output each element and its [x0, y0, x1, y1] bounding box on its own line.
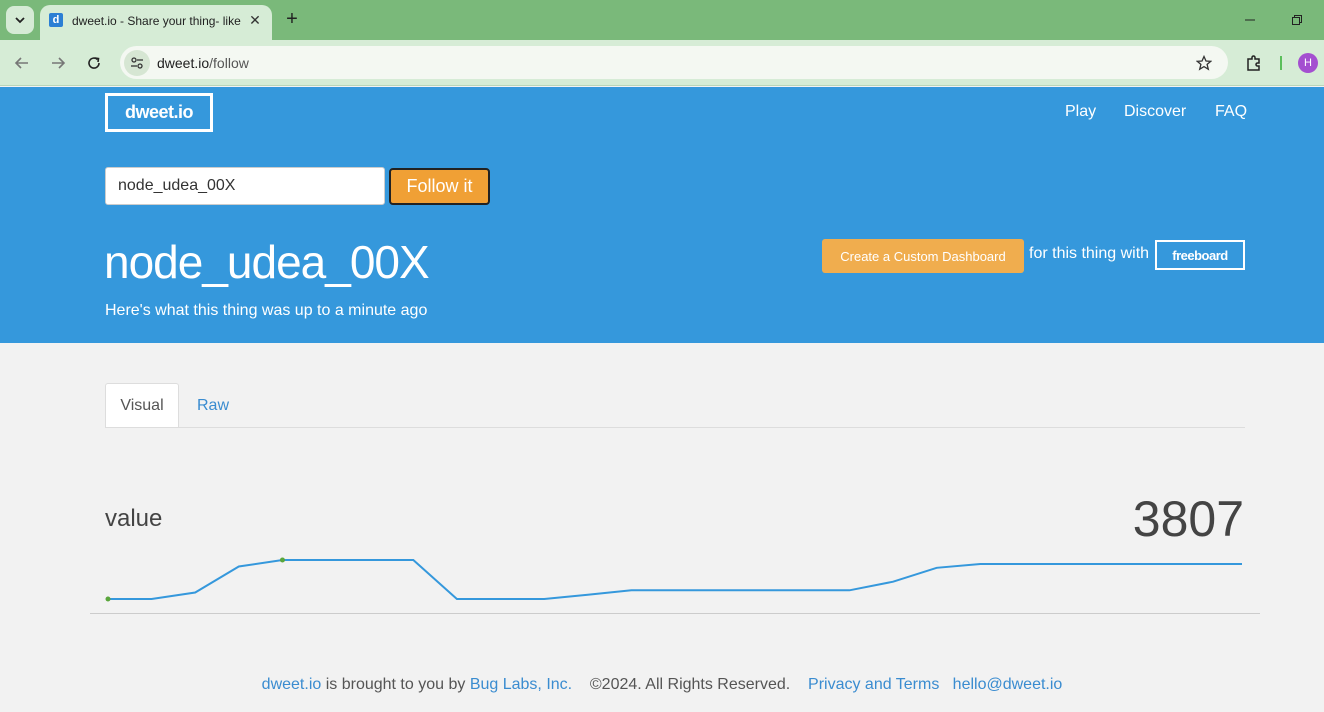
tab-search-button[interactable]	[6, 6, 34, 34]
tabs-divider	[105, 427, 1245, 428]
url-text: dweet.io/follow	[157, 55, 249, 71]
tab-title: dweet.io - Share your thing- like it ain…	[72, 14, 242, 28]
chart-baseline	[90, 613, 1260, 614]
footer-copyright: ©2024. All Rights Reserved.	[589, 676, 791, 693]
reload-button[interactable]	[82, 51, 106, 75]
close-icon[interactable]: ✕	[246, 11, 264, 29]
browser-tab-bar: d dweet.io - Share your thing- like it a…	[0, 0, 1324, 40]
extensions-button[interactable]	[1243, 52, 1265, 74]
footer-email-link[interactable]: hello@dweet.io	[953, 676, 1063, 693]
sparkline-line	[108, 559, 1242, 600]
page-subtitle: Here's what this thing was up to a minut…	[105, 302, 428, 319]
nav-play[interactable]: Play	[1065, 103, 1096, 121]
new-tab-button[interactable]: +	[282, 8, 302, 30]
footer-privacy-link[interactable]: Privacy and Terms	[808, 676, 939, 693]
footer-brought-text: is brought to you by	[325, 676, 466, 693]
favicon-icon: d	[49, 13, 63, 27]
tune-icon	[131, 57, 143, 69]
browser-tab[interactable]: d dweet.io - Share your thing- like it a…	[40, 5, 272, 40]
page-header: dweet.io Play Discover FAQ Follow it nod…	[0, 87, 1324, 343]
minimize-icon	[1245, 19, 1255, 21]
address-bar[interactable]: dweet.io/follow	[120, 46, 1228, 79]
back-button[interactable]	[10, 51, 34, 75]
nav-discover[interactable]: Discover	[1124, 103, 1186, 121]
url-host: dweet.io	[157, 55, 210, 71]
bookmark-button[interactable]	[1194, 53, 1214, 73]
footer: dweet.io is brought to you by Bug Labs, …	[0, 676, 1324, 694]
footer-brand-link[interactable]: dweet.io	[262, 676, 322, 693]
tab-visual[interactable]: Visual	[105, 383, 179, 428]
follow-button[interactable]: Follow it	[389, 168, 490, 205]
tab-raw[interactable]: Raw	[196, 383, 230, 428]
sparkline-min-point	[105, 596, 111, 602]
site-info-button[interactable]	[124, 50, 150, 76]
metric-value: 3807	[1132, 491, 1244, 547]
star-icon	[1196, 55, 1212, 71]
dashboard-text: for this thing with	[1029, 245, 1150, 262]
restore-icon	[1292, 15, 1302, 25]
page-title: node_udea_00X	[104, 236, 430, 288]
chevron-down-icon	[15, 17, 25, 24]
profile-avatar[interactable]: H	[1298, 53, 1318, 73]
metric-label: value	[105, 505, 163, 532]
forward-button[interactable]	[46, 51, 70, 75]
site-logo[interactable]: dweet.io	[105, 93, 213, 132]
url-path: /follow	[209, 55, 249, 71]
freeboard-logo[interactable]: freeboard	[1155, 240, 1245, 270]
puzzle-icon	[1247, 55, 1260, 71]
toolbar-divider	[1280, 56, 1282, 70]
arrow-left-icon	[14, 57, 28, 69]
restore-button[interactable]	[1287, 10, 1307, 30]
nav-faq[interactable]: FAQ	[1215, 103, 1247, 121]
minimize-button[interactable]	[1240, 10, 1260, 30]
create-dashboard-button[interactable]: Create a Custom Dashboard	[822, 239, 1024, 273]
reload-icon	[88, 57, 100, 69]
arrow-right-icon	[52, 57, 66, 69]
sparkline-max-point	[279, 557, 285, 563]
browser-toolbar: dweet.io/follow H	[0, 40, 1324, 86]
value-sparkline	[105, 557, 1242, 602]
thing-name-input[interactable]	[105, 167, 385, 205]
footer-company-link[interactable]: Bug Labs, Inc.	[470, 676, 572, 693]
